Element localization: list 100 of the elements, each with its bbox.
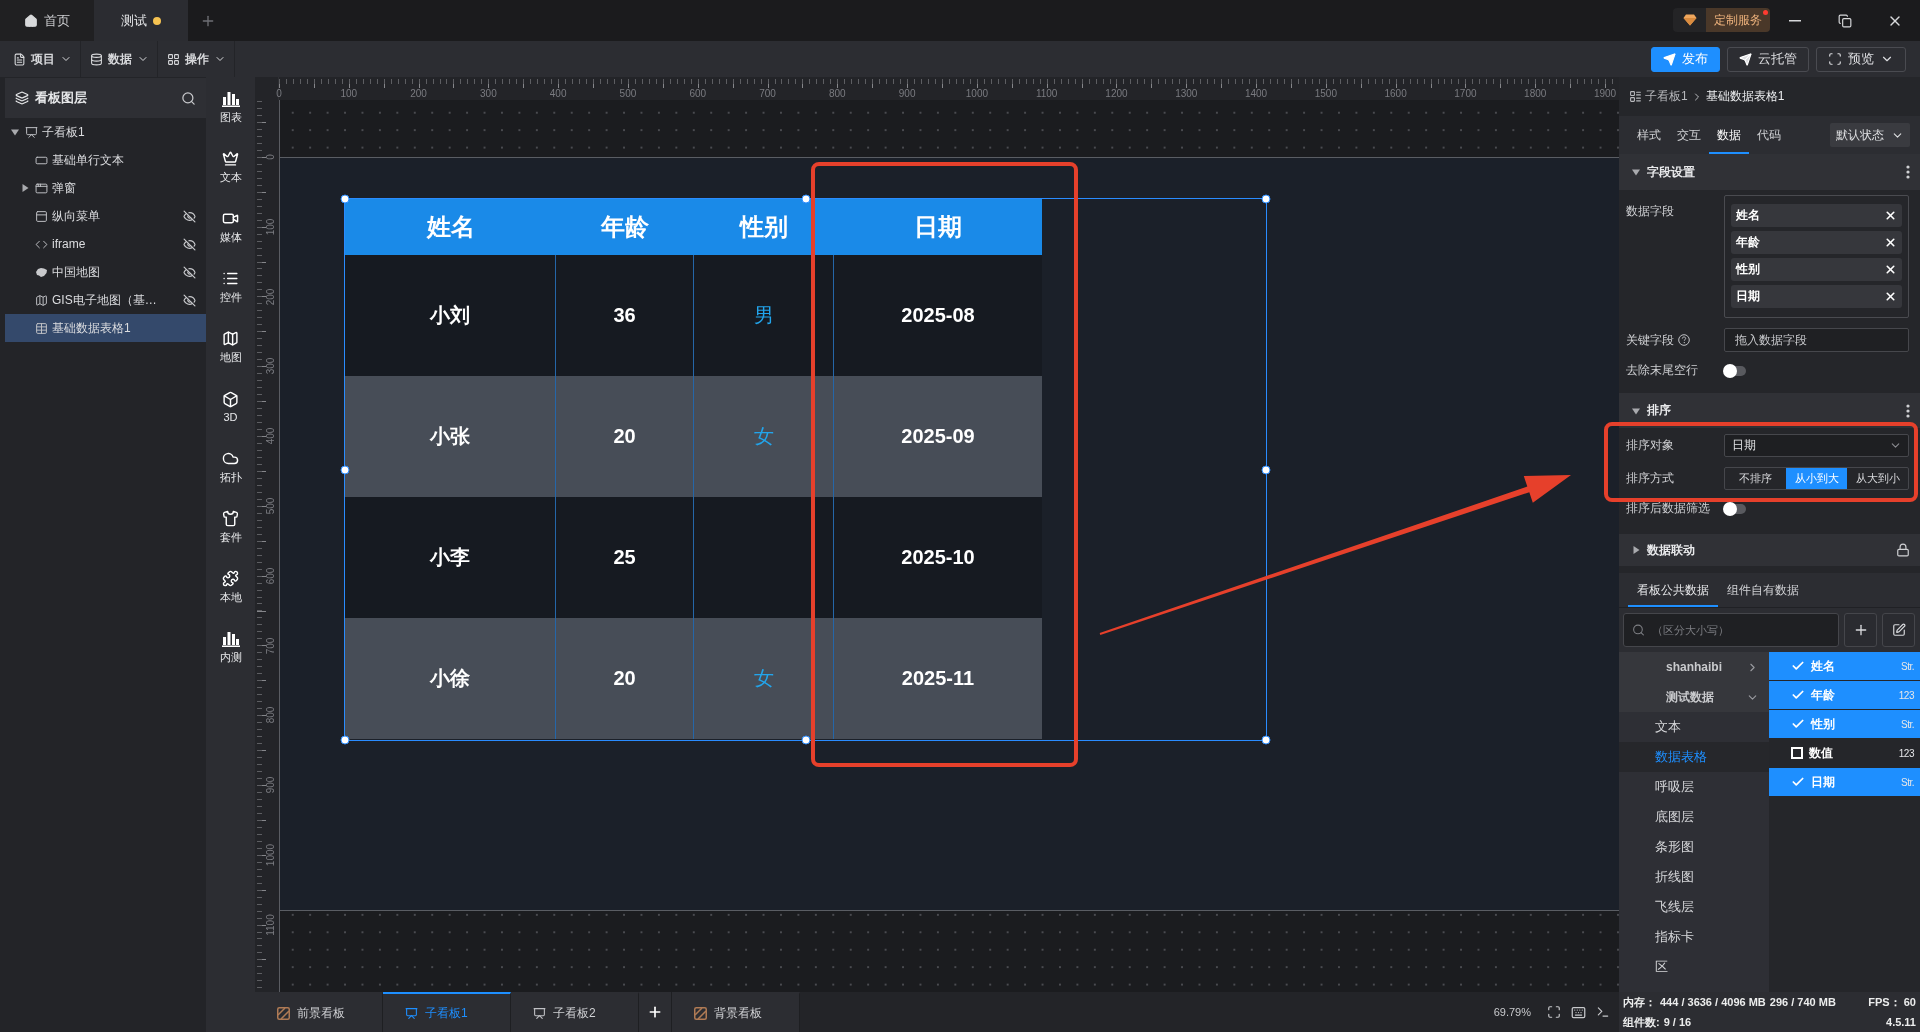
- more-icon[interactable]: [1906, 403, 1910, 418]
- component-count: 9 / 16: [1663, 1016, 1692, 1028]
- resize-handle[interactable]: [801, 194, 810, 204]
- puzzle-icon: [222, 569, 239, 587]
- eye-off-icon[interactable]: [183, 293, 196, 307]
- component-category-button[interactable]: 地图: [206, 317, 255, 377]
- layer-item[interactable]: iframe: [5, 230, 206, 258]
- check-icon[interactable]: [1791, 659, 1805, 673]
- section-header[interactable]: 字段设置: [1619, 154, 1920, 190]
- dataset-item[interactable]: 底图层: [1619, 802, 1769, 832]
- check-icon[interactable]: [1791, 717, 1805, 731]
- field-name: 年龄: [1811, 686, 1835, 704]
- preview-button[interactable]: 预览: [1816, 46, 1906, 72]
- segment-option[interactable]: 不排序: [1725, 468, 1786, 489]
- breadcrumb-item[interactable]: 子看板1: [1645, 88, 1688, 105]
- remove-icon[interactable]: [1884, 263, 1897, 276]
- resize-handle[interactable]: [340, 735, 350, 745]
- window-tab[interactable]: 首页: [0, 0, 94, 41]
- grid-icon: [166, 52, 180, 66]
- custom-service-button[interactable]: 定制服务: [1706, 8, 1770, 32]
- more-icon[interactable]: [1906, 165, 1910, 179]
- toggle-switch[interactable]: [1724, 503, 1746, 514]
- layer-item[interactable]: 基础数据表格1: [5, 314, 206, 342]
- caret-down-icon[interactable]: [11, 128, 19, 136]
- layer-item[interactable]: 子看板1: [5, 118, 206, 146]
- dataset-item[interactable]: 区: [1619, 952, 1769, 982]
- ruler-label: 100: [340, 88, 358, 99]
- section-header[interactable]: 数据联动: [1619, 534, 1920, 566]
- state-select[interactable]: 默认状态: [1830, 123, 1910, 147]
- component-category-button[interactable]: 图表: [206, 77, 255, 137]
- action-button[interactable]: 云托管: [1727, 46, 1809, 72]
- search-field[interactable]: （区分大小写）: [1623, 613, 1839, 647]
- resize-handle[interactable]: [340, 465, 350, 474]
- scan-frame-icon: [1828, 52, 1842, 66]
- checkbox[interactable]: [1791, 747, 1803, 759]
- sort-target-select[interactable]: 日期: [1724, 434, 1909, 457]
- eye-off-icon[interactable]: [183, 265, 196, 279]
- remove-icon[interactable]: [1884, 236, 1897, 249]
- inspector-tab[interactable]: 代码: [1749, 116, 1789, 154]
- data-source-tab[interactable]: 组件自有数据: [1718, 573, 1808, 607]
- dataset-item[interactable]: 数据表格: [1619, 742, 1769, 772]
- field-option[interactable]: 数值 123: [1769, 739, 1920, 767]
- component-category-button[interactable]: 3D: [206, 377, 255, 437]
- board-tab[interactable]: 前景看板: [255, 992, 383, 1032]
- component-category-button[interactable]: 本地: [206, 557, 255, 617]
- ruler-label: 200: [264, 288, 276, 305]
- caret-down-icon[interactable]: [1632, 406, 1640, 415]
- component-count-label: 组件数:: [1623, 1014, 1660, 1030]
- add-button[interactable]: [1844, 613, 1877, 647]
- data-group[interactable]: shanhaibi: [1619, 652, 1769, 682]
- caret-right-icon[interactable]: [1632, 546, 1640, 554]
- layer-item[interactable]: 基础单行文本: [5, 146, 206, 174]
- dataset-item[interactable]: 折线图: [1619, 862, 1769, 892]
- eye-off-icon[interactable]: [183, 209, 196, 223]
- layer-item[interactable]: 弹窗: [5, 174, 206, 202]
- component-category-button[interactable]: 内测: [206, 617, 255, 677]
- help-icon[interactable]: [1678, 334, 1690, 346]
- dataset-item[interactable]: 条形图: [1619, 832, 1769, 862]
- resize-handle[interactable]: [1261, 735, 1271, 745]
- dataset-item[interactable]: 文本: [1619, 712, 1769, 742]
- inspector-tab[interactable]: 交互: [1669, 116, 1709, 154]
- inspector-tab[interactable]: 样式: [1629, 116, 1669, 154]
- resize-handle[interactable]: [1261, 465, 1271, 474]
- board-tab[interactable]: 子看板1: [383, 992, 511, 1032]
- resize-handle[interactable]: [801, 735, 810, 745]
- component-category-button[interactable]: 套件: [206, 497, 255, 557]
- caret-down-icon[interactable]: [1632, 168, 1640, 176]
- keyboard-button[interactable]: [1571, 1004, 1586, 1020]
- key-field-input[interactable]: 拖入数据字段: [1724, 328, 1909, 352]
- dataset-item[interactable]: 指标卡: [1619, 922, 1769, 952]
- edit-button[interactable]: [1882, 613, 1915, 647]
- board-tab[interactable]: 背景看板: [672, 992, 800, 1032]
- eye-off-icon[interactable]: [183, 237, 196, 251]
- fit-screen-button[interactable]: [1547, 1005, 1561, 1019]
- layer-item[interactable]: GIS电子地图（基…: [5, 286, 206, 314]
- add-board-button[interactable]: [639, 992, 672, 1032]
- component-category-button[interactable]: 文本: [206, 137, 255, 197]
- segment-option[interactable]: 从大到小: [1847, 468, 1908, 489]
- dataset-item[interactable]: 飞线层: [1619, 892, 1769, 922]
- resize-handle[interactable]: [340, 194, 350, 204]
- field-label: 数据字段: [1626, 203, 1675, 220]
- layer-item[interactable]: 中国地图: [5, 258, 206, 286]
- terminal-button[interactable]: [1596, 1005, 1610, 1019]
- dataset-item[interactable]: 呼吸层: [1619, 772, 1769, 802]
- remove-icon[interactable]: [1884, 290, 1897, 303]
- component-category-button[interactable]: 媒体: [206, 197, 255, 257]
- layer-item[interactable]: 纵向菜单: [5, 202, 206, 230]
- caret-right-icon[interactable]: [21, 184, 29, 192]
- resize-handle[interactable]: [1261, 194, 1271, 204]
- data-group[interactable]: 测试数据: [1619, 682, 1769, 712]
- remove-icon[interactable]: [1884, 209, 1897, 222]
- check-icon[interactable]: [1791, 688, 1805, 702]
- field-chip-label: 性别: [1736, 261, 1760, 278]
- toggle-switch[interactable]: [1724, 365, 1746, 376]
- window-tab[interactable]: 测试: [94, 0, 188, 41]
- component-category-button[interactable]: 拓扑: [206, 437, 255, 497]
- check-icon[interactable]: [1791, 775, 1805, 789]
- search-button[interactable]: [181, 90, 196, 106]
- board-tab[interactable]: 子看板2: [511, 992, 639, 1032]
- component-category-button[interactable]: 控件: [206, 257, 255, 317]
